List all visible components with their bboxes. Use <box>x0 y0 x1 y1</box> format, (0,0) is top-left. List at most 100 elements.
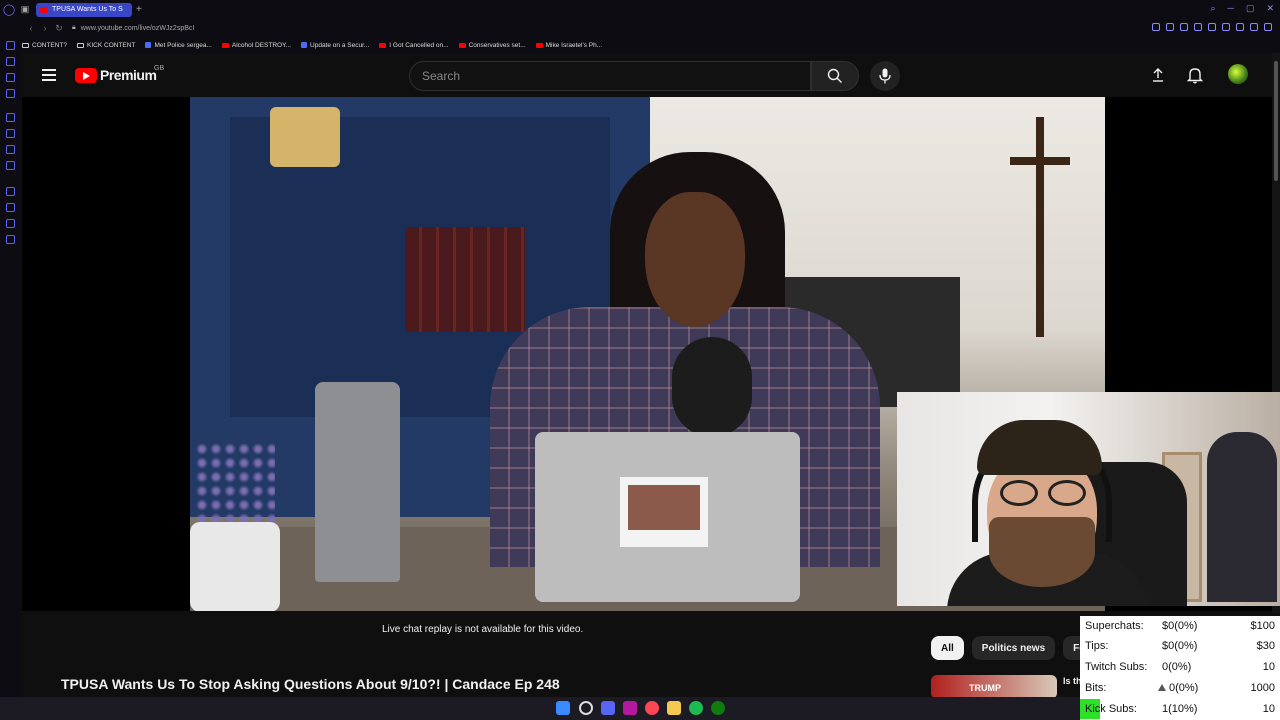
sidebar-ai-icon[interactable] <box>6 113 15 122</box>
browser-sidebar <box>0 37 22 720</box>
youtube-logo[interactable]: Premium <box>75 67 157 83</box>
recommendation-chips: All Politics news For <box>931 636 1100 660</box>
browser-taskbar-icon[interactable] <box>645 701 659 715</box>
webcam-glasses <box>1000 480 1090 506</box>
goal-label: Bits: <box>1085 682 1107 694</box>
search-box <box>409 61 811 91</box>
bookmark-item[interactable]: Update on a Secur... <box>301 42 369 49</box>
sidebar-clock-icon[interactable] <box>6 187 15 196</box>
goal-target: 10 <box>1262 703 1275 715</box>
bookmark-item[interactable]: Conservatives set... <box>458 42 526 49</box>
notifications-button[interactable] <box>1186 66 1204 84</box>
goal-label: Tips: <box>1085 640 1109 652</box>
youtube-icon <box>379 42 387 48</box>
goal-label: Kick Subs: <box>1085 703 1137 715</box>
goal-row-twitch-subs: Twitch Subs: 0(0%) 10 <box>1080 657 1280 677</box>
forward-icon[interactable]: › <box>38 23 52 33</box>
voice-search-button[interactable] <box>870 61 900 91</box>
bell-icon <box>1186 68 1204 84</box>
youtube-icon <box>535 42 543 48</box>
chip-all[interactable]: All <box>931 636 964 660</box>
goal-progress: $0(0%) <box>1162 620 1198 632</box>
heart-icon[interactable] <box>1222 23 1230 31</box>
goal-row-tips: Tips: $0(0%) $30 <box>1080 636 1280 656</box>
goal-target: $30 <box>1256 640 1275 652</box>
new-tab-icon[interactable]: + <box>136 4 146 15</box>
site-icon <box>145 42 152 48</box>
back-icon[interactable]: ‹ <box>24 23 38 33</box>
video-scene-host-face <box>645 192 745 327</box>
shield-icon[interactable] <box>1194 23 1202 31</box>
folder-icon <box>22 42 29 48</box>
goal-label: Twitch Subs: <box>1085 661 1148 673</box>
upload-button[interactable] <box>1150 67 1166 83</box>
webcam-cap <box>977 420 1102 475</box>
discord-icon[interactable] <box>601 701 615 715</box>
sidebar-messenger-icon[interactable] <box>6 73 15 82</box>
camera-icon[interactable] <box>1236 23 1244 31</box>
sidebar-bookmarks-icon[interactable] <box>6 219 15 228</box>
recommended-thumbnail[interactable]: TRUMP <box>931 675 1057 699</box>
youtube-icon <box>458 42 466 48</box>
chip-politics-news[interactable]: Politics news <box>971 636 1056 660</box>
sidebar-instagram-icon[interactable] <box>6 161 15 170</box>
bookmark-label: I Got Cancelled on... <box>389 41 449 49</box>
download-icon[interactable] <box>1250 23 1258 31</box>
video-scene-laptop <box>535 432 800 602</box>
settings-icon[interactable] <box>1264 23 1272 31</box>
bookmark-item[interactable]: CONTENT? <box>22 42 67 49</box>
streamer-webcam <box>897 392 1280 606</box>
sidebar-messenger2-icon[interactable] <box>6 145 15 154</box>
avatar[interactable] <box>1228 64 1248 84</box>
scrollbar-thumb[interactable] <box>1274 61 1278 181</box>
sidebar-wallet-icon[interactable] <box>6 57 15 66</box>
search-input[interactable] <box>410 62 810 90</box>
search-tabs-icon[interactable]: ⌕ <box>1211 3 1216 14</box>
bookmark-label: Mike Israetel's Ph... <box>545 41 603 49</box>
tab-title: TPUSA Wants Us To S <box>52 6 123 13</box>
spotify-icon[interactable] <box>689 701 703 715</box>
url-field[interactable]: 🔒︎ www.youtube.com/live/ozWJz2spBcI <box>72 24 194 32</box>
reload-icon[interactable]: ↻ <box>52 23 66 34</box>
extension-icon[interactable] <box>1180 23 1188 31</box>
thumbnail-text: TRUMP <box>969 683 1001 693</box>
video-scene-crucifix <box>1000 117 1080 337</box>
play-icon[interactable] <box>1208 23 1216 31</box>
extension-icons <box>1152 23 1272 31</box>
browser-tab-bar: ◯ ▣ TPUSA Wants Us To S + ⌕ ─ ▢ ✕ <box>0 0 1280 19</box>
window-controls: ⌕ ─ ▢ ✕ <box>1211 3 1275 14</box>
xbox-icon[interactable] <box>711 701 725 715</box>
taskbar-search-icon[interactable] <box>579 701 593 715</box>
minimize-icon[interactable]: ─ <box>1228 3 1234 14</box>
start-icon[interactable] <box>556 701 570 715</box>
bookmark-label: Alcohol DESTROY... <box>231 41 292 49</box>
bookmark-item[interactable]: Met Police sergea... <box>145 42 212 49</box>
video-scene-candles <box>270 107 340 167</box>
webcam-coat <box>1207 432 1277 602</box>
file-explorer-icon[interactable] <box>667 701 681 715</box>
goal-progress: $0(0%) <box>1162 640 1198 652</box>
sidebar-settings-icon[interactable] <box>6 235 15 244</box>
site-icon <box>301 42 308 48</box>
goal-target: 1000 <box>1250 682 1275 694</box>
sidebar-whatsapp-icon[interactable] <box>6 89 15 98</box>
search-button[interactable] <box>811 61 859 91</box>
bookmark-icon[interactable] <box>1166 23 1174 31</box>
bookmark-item[interactable]: Alcohol DESTROY... <box>221 41 292 49</box>
youtube-favicon-icon <box>40 6 48 13</box>
browser-tab[interactable]: TPUSA Wants Us To S <box>36 2 132 17</box>
bookmark-label: KICK CONTENT <box>87 41 136 49</box>
tab-menu-icon[interactable]: ▣ <box>18 4 32 16</box>
bookmark-item[interactable]: KICK CONTENT <box>77 42 135 49</box>
menu-icon[interactable] <box>42 69 56 81</box>
sidebar-timer-icon[interactable] <box>6 203 15 212</box>
obs-icon[interactable] <box>623 701 637 715</box>
sidebar-twitch-icon[interactable] <box>6 129 15 138</box>
bookmark-item[interactable]: I Got Cancelled on... <box>379 41 449 49</box>
sidebar-history-icon[interactable] <box>6 41 15 50</box>
zoom-icon[interactable] <box>1152 23 1160 31</box>
close-icon[interactable]: ✕ <box>1266 3 1274 14</box>
browser-logo-icon[interactable]: ◯ <box>0 0 18 19</box>
bookmark-item[interactable]: Mike Israetel's Ph... <box>535 41 603 49</box>
maximize-icon[interactable]: ▢ <box>1246 3 1255 14</box>
